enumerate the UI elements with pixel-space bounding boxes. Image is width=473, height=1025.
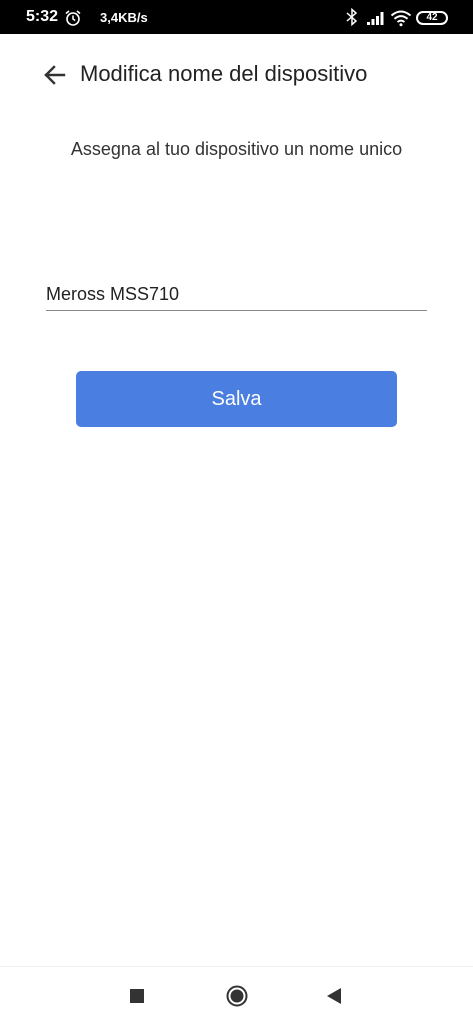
instruction-text: Assegna al tuo dispositivo un nome unico [70,139,403,159]
bluetooth-icon [346,8,358,26]
device-name-field[interactable] [46,280,427,311]
status-bar: 5:32 3,4KB/s 42 [0,0,473,34]
save-button[interactable]: Salva [76,371,397,427]
device-name-input[interactable] [46,280,427,308]
home-circle-icon[interactable] [226,985,248,1007]
alarm-icon [65,10,81,26]
recents-square-icon[interactable] [130,989,144,1003]
status-time: 5:32 [26,8,59,25]
battery-icon: 42 [416,11,448,25]
back-triangle-icon[interactable] [326,987,342,1005]
back-arrow-icon[interactable] [38,58,72,92]
wifi-icon [390,10,412,27]
signal-icon [367,12,384,25]
network-speed: 3,4KB/s [100,10,148,25]
navigation-bar [0,966,473,1025]
page-title: Modifica nome del dispositivo [80,61,368,86]
